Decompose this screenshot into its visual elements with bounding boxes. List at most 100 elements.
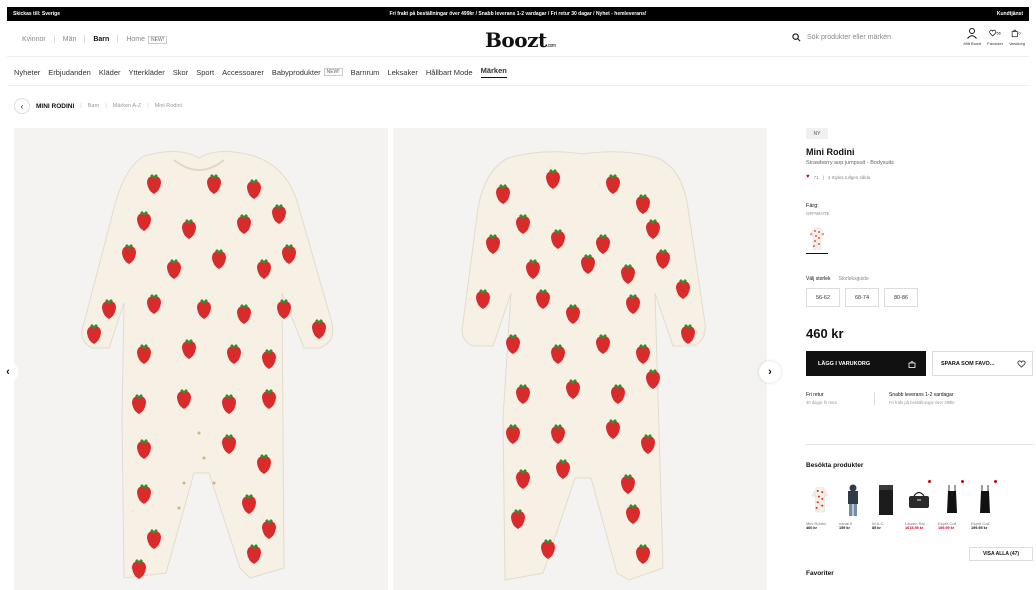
color-swatch-offwhite[interactable] (806, 227, 828, 254)
gender-men[interactable]: Män (55, 36, 85, 43)
size-option[interactable]: 68-74 (845, 288, 879, 307)
add-to-cart-button[interactable]: LÄGG I VARUKORG (806, 351, 926, 376)
logo-suffix: .com (546, 43, 556, 49)
divider: | (80, 103, 82, 109)
breadcrumb-mini-rodini[interactable]: Mini Rodini (155, 103, 182, 109)
chevron-left-icon: ‹ (6, 366, 10, 378)
breadcrumb: ‹ MINI RODINI | Barn | Märken A-Z | Mini… (14, 98, 182, 114)
nav-nyheter[interactable]: Nyheter (14, 68, 40, 77)
add-to-cart-label: LÄGG I VARUKORG (818, 360, 871, 367)
gender-women[interactable]: Kvinnor (14, 36, 54, 43)
view-all-button[interactable]: VISA ALLA (47) (969, 547, 1033, 561)
bag-icon (908, 360, 916, 368)
product-thumbnail (872, 480, 900, 520)
visited-product-price: 85 kr (872, 526, 881, 530)
divider: | (822, 174, 824, 180)
nav-sport[interactable]: Sport (196, 68, 214, 77)
free-return-title: Fri retur (806, 392, 824, 398)
announcement-bar: Skickas till: Sverige Fri frakt på bestä… (7, 7, 1029, 21)
user-icon (967, 28, 978, 39)
visited-product[interactable]: name it 159 kr (839, 480, 867, 530)
bag-icon: 0 (1011, 29, 1021, 38)
nav-babyprodukter[interactable]: Babyprodukter NEW! (272, 68, 343, 77)
delivery-info: Fri retur 30 dagar fri retur Snabb lever… (806, 392, 1034, 405)
next-image-button[interactable]: › (759, 361, 781, 383)
jumpsuit-back-image (461, 151, 706, 581)
top-thumbnail-icon (980, 485, 990, 513)
breadcrumb-barn[interactable]: Barn (88, 103, 100, 109)
size-label: Välj storlek (806, 276, 831, 282)
nav-hallbart-mode[interactable]: Hållbart Mode (426, 68, 473, 77)
product-thumbnail (938, 480, 966, 520)
top-thumbnail-icon (947, 485, 957, 513)
visited-product[interactable]: Esprit Coll... 159.99 kr (938, 480, 966, 530)
search-bar[interactable]: Sök produkter eller märken (792, 33, 891, 42)
heart-icon (1017, 360, 1026, 368)
ship-to-link[interactable]: Skickas till: Sverige (13, 11, 60, 17)
size-option[interactable]: 56-62 (806, 288, 840, 307)
heart-icon: 56 (989, 29, 1001, 37)
announcement-text: Fri frakt på beställningar över 499kr / … (389, 11, 647, 17)
breadcrumb-brands-az[interactable]: Märken A-Z (113, 103, 141, 109)
back-button[interactable]: ‹ (14, 98, 30, 114)
divider: | (147, 103, 149, 109)
stock-text: 4 Styles tullgen sålda (827, 174, 871, 180)
visited-product-price: 199.95 kr (971, 526, 988, 530)
size-options: 56-62 68-74 80-86 (806, 288, 918, 307)
search-icon (792, 33, 801, 42)
cart-button[interactable]: 0 Varukorg (1009, 27, 1025, 46)
sale-dot (994, 480, 997, 483)
gender-kids[interactable]: Barn (85, 36, 117, 43)
gender-home[interactable]: Home NEW! (118, 35, 175, 44)
visited-product-price: 159.99 kr (938, 526, 955, 530)
favorites-title: Favoriter (806, 570, 834, 577)
nav-marken[interactable]: Märken (480, 66, 507, 78)
nav-erbjudanden[interactable]: Erbjudanden (48, 68, 91, 77)
favorites-button[interactable]: 56 Favoriter (987, 27, 1003, 46)
product-price: 460 kr (806, 326, 844, 341)
gender-nav: Kvinnor Män Barn Home NEW! (14, 35, 175, 44)
nav-accessoarer[interactable]: Accessoarer (222, 68, 264, 77)
search-input[interactable]: Sök produkter eller märken (807, 34, 891, 41)
favorites-label: Favoriter (987, 41, 1004, 46)
product-thumbnail (839, 480, 867, 520)
fast-delivery-text: Fri frakt på beställningar över 499kr (889, 400, 955, 405)
new-badge: NEW! (323, 68, 343, 76)
fav-count: 71 (813, 174, 819, 180)
header-icons: Mitt Boozt 56 Favoriter 0 Varukorg (963, 27, 1025, 46)
new-badge: NY (806, 128, 828, 139)
visited-product[interactable]: Mini Rodini 460 kr (806, 480, 834, 530)
svg-text:56: 56 (997, 32, 1001, 36)
breadcrumb-brand[interactable]: MINI RODINI (36, 103, 74, 110)
nav-ytterklader[interactable]: Ytterkläder (129, 68, 165, 77)
boozt-logo[interactable]: Boozt.com (485, 28, 556, 52)
visited-product[interactable]: W.A.C. 85 kr (872, 480, 900, 530)
save-favorite-button[interactable]: SPARA SOM FAVO... (932, 351, 1033, 376)
nav-leksaker[interactable]: Leksaker (387, 68, 417, 77)
product-brand[interactable]: Mini Rodini (806, 147, 855, 157)
visited-product[interactable]: Lauren Ral... 1615.95 kr (905, 480, 933, 530)
visited-products-list: Mini Rodini 460 kr name it 159 kr W.A.C.… (806, 480, 999, 530)
account-button[interactable]: Mitt Boozt (963, 27, 981, 46)
customer-service-link[interactable]: Kundtjänst (997, 11, 1023, 17)
size-option[interactable]: 80-86 (884, 288, 918, 307)
divider (7, 85, 1029, 86)
product-image-back[interactable] (393, 128, 767, 590)
fast-delivery-title: Snabb leverans 1-2 vardagar (889, 392, 954, 398)
handbag-thumbnail-icon (909, 491, 929, 508)
size-guide-link[interactable]: Storleksguide (838, 276, 868, 282)
product-name: Strawberry aop jumpsuit - Bodysuits (806, 160, 895, 166)
nav-barnrum[interactable]: Barnrum (351, 68, 380, 77)
category-nav: Nyheter Erbjudanden Kläder Ytterkläder S… (14, 66, 507, 78)
nav-skor[interactable]: Skor (173, 68, 188, 77)
visited-product[interactable]: Esprit Coll... 199.95 kr (971, 480, 999, 530)
product-image-front[interactable] (14, 128, 388, 590)
site-header: Kvinnor Män Barn Home NEW! Boozt.com Sök … (7, 23, 1029, 57)
chevron-left-icon: ‹ (20, 101, 24, 111)
hoodie-thumbnail-icon (848, 484, 858, 516)
gender-home-label: Home (126, 35, 145, 43)
product-thumbnail (971, 480, 999, 520)
divider: | (105, 103, 107, 109)
nav-klader[interactable]: Kläder (99, 68, 121, 77)
color-value: OFFWHITE (806, 211, 830, 216)
